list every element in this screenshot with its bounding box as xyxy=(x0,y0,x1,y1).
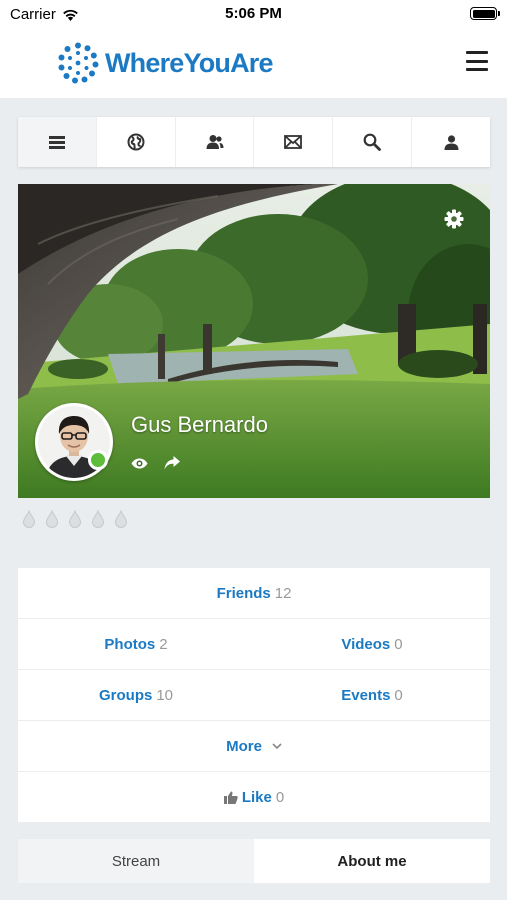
logo-ring-icon xyxy=(58,42,99,84)
nav-item-friends[interactable] xyxy=(176,117,255,167)
nav-item-user[interactable] xyxy=(412,117,490,167)
clock: 5:06 PM xyxy=(225,5,282,22)
rating-drops xyxy=(22,510,128,528)
events-label: Events xyxy=(341,686,391,704)
mail-icon xyxy=(284,135,303,149)
menu-bar xyxy=(466,59,488,63)
drop-icon[interactable] xyxy=(45,510,59,528)
stats-row: More xyxy=(18,721,490,772)
tab-stream[interactable]: Stream xyxy=(18,839,254,883)
photos-link[interactable]: Photos 2 xyxy=(18,619,254,669)
more-label: More xyxy=(226,737,262,755)
app-header: WhereYouAre xyxy=(0,30,507,98)
user-icon xyxy=(444,134,459,150)
menu-bar xyxy=(466,68,488,71)
cover-photo: Gus Bernardo xyxy=(18,184,490,498)
nav-item-mail[interactable] xyxy=(254,117,334,167)
nav-item-list[interactable] xyxy=(18,117,97,167)
groups-link[interactable]: Groups 10 xyxy=(18,670,254,720)
menu-button[interactable] xyxy=(466,51,488,71)
profile-stats: Friends 12 Photos 2 Videos 0 Groups 10 E… xyxy=(18,568,490,823)
globe-icon xyxy=(127,133,145,151)
menu-bar xyxy=(466,51,488,54)
battery-icon xyxy=(470,7,500,20)
tab-about-me[interactable]: About me xyxy=(254,839,490,883)
more-button[interactable]: More xyxy=(18,721,490,771)
nav-item-globe[interactable] xyxy=(97,117,176,167)
drop-icon[interactable] xyxy=(68,510,82,528)
stats-row: Friends 12 xyxy=(18,568,490,619)
events-link[interactable]: Events 0 xyxy=(254,670,490,720)
events-count: 0 xyxy=(394,686,403,704)
like-button[interactable]: Like 0 xyxy=(18,772,490,822)
icon-nav xyxy=(18,117,490,167)
photos-count: 2 xyxy=(159,635,168,653)
stats-row: Photos 2 Videos 0 xyxy=(18,619,490,670)
thumbs-up-icon xyxy=(223,791,238,804)
stats-row: Like 0 xyxy=(18,772,490,823)
profile-name: Gus Bernardo xyxy=(131,412,268,437)
drop-icon[interactable] xyxy=(114,510,128,528)
groups-label: Groups xyxy=(98,686,153,704)
like-count: 0 xyxy=(275,788,285,806)
profile-tabs: Stream About me xyxy=(18,839,490,883)
videos-count: 0 xyxy=(394,635,403,653)
nav-item-search[interactable] xyxy=(333,117,413,167)
friends-icon xyxy=(206,135,224,149)
drop-icon[interactable] xyxy=(91,510,105,528)
photos-label: Photos xyxy=(104,635,156,653)
logo[interactable]: WhereYouAre xyxy=(57,42,274,84)
search-icon xyxy=(363,133,382,151)
cover-actions xyxy=(131,456,180,470)
friends-count: 12 xyxy=(274,584,292,602)
share-icon[interactable] xyxy=(164,456,180,470)
status-bar: Carrier 5:06 PM xyxy=(0,0,507,30)
gear-icon[interactable] xyxy=(444,209,464,229)
online-status-indicator xyxy=(88,450,108,470)
eye-icon[interactable] xyxy=(131,458,148,469)
list-icon xyxy=(48,135,65,149)
friends-label: Friends xyxy=(216,584,271,602)
like-label: Like xyxy=(241,788,272,806)
videos-label: Videos xyxy=(341,635,391,653)
friends-link[interactable]: Friends 12 xyxy=(18,568,490,618)
drop-icon[interactable] xyxy=(22,510,36,528)
groups-count: 10 xyxy=(156,686,174,704)
videos-link[interactable]: Videos 0 xyxy=(254,619,490,669)
chevron-down-icon xyxy=(272,742,282,749)
logo-text: WhereYouAre xyxy=(105,47,274,78)
stats-row: Groups 10 Events 0 xyxy=(18,670,490,721)
